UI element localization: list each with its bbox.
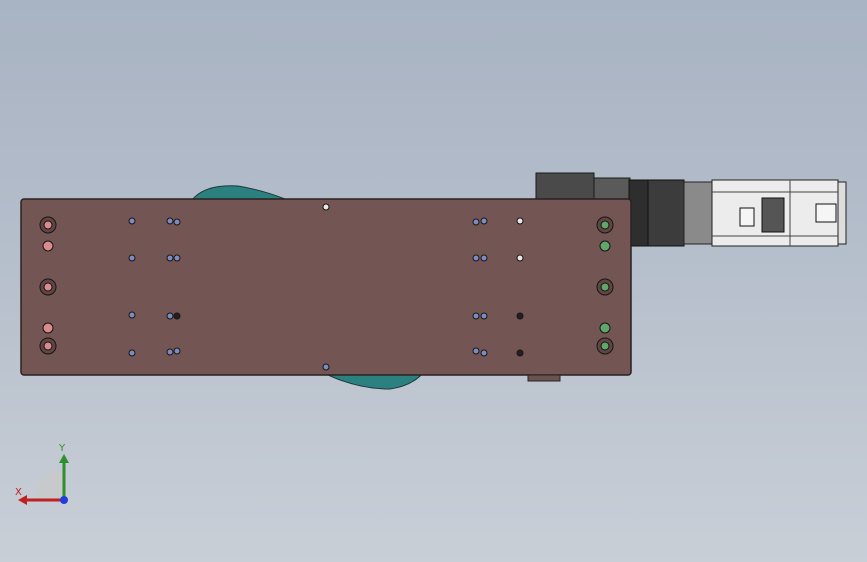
orientation-triad[interactable] bbox=[10, 446, 80, 516]
mounting-hole bbox=[516, 254, 524, 262]
triad-plane bbox=[34, 469, 64, 500]
mounting-hole bbox=[516, 312, 524, 320]
mounting-hole bbox=[472, 347, 480, 355]
mounting-hole bbox=[128, 217, 136, 225]
mounting-hole bbox=[173, 254, 181, 262]
axis-y-label: Y bbox=[59, 443, 66, 454]
mounting-hole bbox=[599, 322, 611, 334]
mounting-hole bbox=[128, 254, 136, 262]
bottom-tab bbox=[527, 374, 561, 382]
mounting-hole bbox=[516, 349, 524, 357]
mounting-hole bbox=[42, 240, 54, 252]
motor-housing bbox=[683, 181, 713, 245]
connector-1 bbox=[739, 207, 755, 227]
linear-module-drawing bbox=[20, 172, 847, 390]
mounting-hole bbox=[472, 312, 480, 320]
mounting-hole bbox=[173, 347, 181, 355]
mounting-hole-bore bbox=[43, 220, 53, 230]
mounting-hole bbox=[128, 311, 136, 319]
mounting-hole-bore bbox=[600, 341, 610, 351]
mounting-hole bbox=[322, 363, 330, 371]
carriage-top bbox=[190, 185, 286, 201]
mounting-hole bbox=[166, 312, 174, 320]
mounting-hole bbox=[128, 349, 136, 357]
mounting-hole bbox=[480, 349, 488, 357]
mounting-hole-bore bbox=[600, 282, 610, 292]
mounting-hole-bore bbox=[43, 282, 53, 292]
mounting-hole bbox=[173, 218, 181, 226]
axis-x-label: X bbox=[15, 487, 22, 498]
mounting-hole-bore bbox=[43, 341, 53, 351]
mounting-hole bbox=[472, 254, 480, 262]
mounting-hole-bore bbox=[600, 220, 610, 230]
motor-flange bbox=[535, 172, 595, 202]
mounting-hole bbox=[166, 217, 174, 225]
mounting-hole bbox=[480, 254, 488, 262]
motor-body bbox=[647, 179, 685, 247]
mounting-hole bbox=[166, 254, 174, 262]
base-plate bbox=[20, 198, 632, 376]
mounting-hole bbox=[480, 312, 488, 320]
mounting-hole bbox=[322, 203, 330, 211]
cad-viewport[interactable]: Y X bbox=[0, 0, 867, 562]
connector-3 bbox=[815, 203, 837, 223]
mounting-hole bbox=[480, 217, 488, 225]
mounting-hole bbox=[166, 348, 174, 356]
coupling bbox=[628, 179, 650, 247]
mounting-hole bbox=[516, 217, 524, 225]
mounting-hole bbox=[173, 312, 181, 320]
z-axis-dot bbox=[60, 496, 68, 504]
mounting-hole bbox=[472, 218, 480, 226]
encoder-cap bbox=[837, 181, 847, 245]
mounting-hole bbox=[599, 240, 611, 252]
mounting-hole bbox=[42, 322, 54, 334]
connector-2 bbox=[761, 197, 785, 233]
